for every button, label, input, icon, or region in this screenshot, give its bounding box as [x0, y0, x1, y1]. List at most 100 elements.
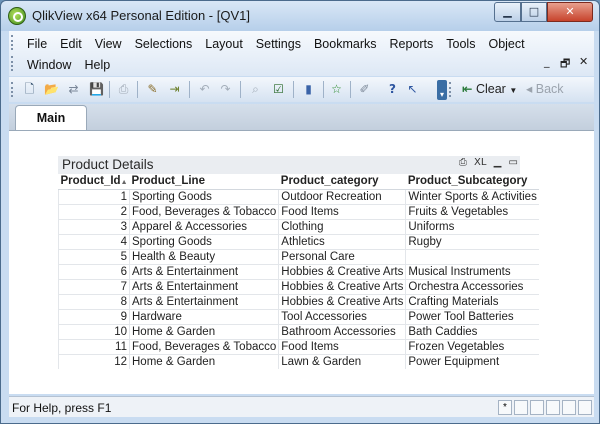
cell-product-subcategory[interactable]: Power Tool Batteries: [405, 308, 539, 324]
cell-product-category[interactable]: Outdoor Recreation: [278, 188, 406, 204]
select-fields-icon[interactable]: ☑: [270, 81, 287, 98]
table-box-caption[interactable]: Product Details ⎙ XL ▁ ▭: [58, 156, 520, 174]
menu-item-selections[interactable]: Selections: [131, 37, 199, 51]
cell-product-category[interactable]: Hobbies & Creative Arts: [278, 263, 406, 279]
table-row[interactable]: 1 Sporting Goods Outdoor Recreation Winter …: [58, 188, 539, 204]
cell-product-line[interactable]: Arts & Entertainment: [128, 263, 279, 279]
table-row[interactable]: 10 Home & Garden Bathroom Accessories Bath …: [58, 323, 539, 339]
cell-product-category[interactable]: Athletics: [278, 233, 406, 249]
menu-item-window[interactable]: Window: [23, 58, 77, 72]
cell-product-line[interactable]: Health & Beauty: [128, 248, 279, 264]
context-help-icon[interactable]: ↖: [404, 81, 421, 98]
menu-item-settings[interactable]: Settings: [252, 37, 307, 51]
maximize-icon[interactable]: ▭: [509, 157, 518, 168]
menu-item-edit[interactable]: Edit: [56, 37, 88, 51]
menu-item-file[interactable]: File: [23, 37, 53, 51]
print-icon[interactable]: ⎙: [459, 157, 467, 168]
cell-product-category[interactable]: Food Items: [278, 338, 406, 354]
cell-product-id[interactable]: 2: [58, 203, 130, 219]
cell-product-category[interactable]: Lawn & Garden: [278, 353, 406, 369]
product-details-table-box[interactable]: Product Details ⎙ XL ▁ ▭ Product_Id▲ Pro…: [58, 156, 539, 369]
cell-product-line[interactable]: Food, Beverages & Tobacco: [128, 338, 279, 354]
table-row[interactable]: 4 Sporting Goods Athletics Rugby: [58, 233, 539, 249]
cell-product-category[interactable]: Tool Accessories: [278, 308, 406, 324]
menu-item-object[interactable]: Object: [484, 37, 530, 51]
cell-product-subcategory[interactable]: Winter Sports & Activities: [405, 188, 539, 204]
menu-item-reports[interactable]: Reports: [386, 37, 440, 51]
table-row[interactable]: 9 Hardware Tool Accessories Power Tool Batt…: [58, 308, 539, 324]
back-button[interactable]: ◂ Back: [526, 80, 576, 99]
table-row[interactable]: 3 Apparel & Accessories Clothing Uniforms: [58, 218, 539, 234]
menu-item-tools[interactable]: Tools: [442, 37, 481, 51]
maximize-button[interactable]: □: [521, 2, 547, 22]
save-icon[interactable]: 💾: [88, 81, 105, 98]
cell-product-id[interactable]: 8: [58, 293, 130, 309]
column-header-product-subcategory[interactable]: Product_Subcategory: [405, 174, 539, 190]
cell-product-category[interactable]: Bathroom Accessories: [278, 323, 406, 339]
redo-icon[interactable]: ↷: [217, 81, 234, 98]
cell-product-subcategory[interactable]: Orchestra Accessories: [405, 278, 539, 294]
cell-product-line[interactable]: Arts & Entertainment: [128, 278, 279, 294]
cell-product-line[interactable]: Hardware: [128, 308, 279, 324]
cell-product-line[interactable]: Food, Beverages & Tobacco: [128, 203, 279, 219]
send-to-excel-icon[interactable]: XL: [474, 157, 486, 168]
cell-product-subcategory[interactable]: Power Equipment: [405, 353, 539, 369]
cell-product-id[interactable]: 5: [58, 248, 130, 264]
cell-product-subcategory[interactable]: Bath Caddies: [405, 323, 539, 339]
cell-product-line[interactable]: Arts & Entertainment: [128, 293, 279, 309]
cell-product-subcategory[interactable]: Crafting Materials: [405, 293, 539, 309]
cell-product-category[interactable]: Personal Care: [278, 248, 406, 264]
undo-icon[interactable]: ↶: [196, 81, 213, 98]
table-row[interactable]: 11 Food, Beverages & Tobacco Food Items Fro…: [58, 338, 539, 354]
cell-product-id[interactable]: 9: [58, 308, 130, 324]
open-folder-icon[interactable]: 📂: [43, 81, 60, 98]
doc-restore-button[interactable]: 🗗: [560, 55, 570, 74]
chevron-down-icon[interactable]: ▼: [509, 86, 517, 95]
menu-item-layout[interactable]: Layout: [201, 37, 249, 51]
edit-icon[interactable]: ✐: [356, 81, 373, 98]
cell-product-subcategory[interactable]: Fruits & Vegetables: [405, 203, 539, 219]
cell-product-line[interactable]: Home & Garden: [128, 323, 279, 339]
cell-product-id[interactable]: 3: [58, 218, 130, 234]
cell-product-line[interactable]: Sporting Goods: [128, 188, 279, 204]
cell-product-subcategory[interactable]: [405, 248, 539, 264]
cell-product-id[interactable]: 1: [58, 188, 130, 204]
cell-product-subcategory[interactable]: Frozen Vegetables: [405, 338, 539, 354]
help-icon[interactable]: ?: [384, 81, 401, 98]
table-row[interactable]: 2 Food, Beverages & Tobacco Food Items Frui…: [58, 203, 539, 219]
cell-product-id[interactable]: 6: [58, 263, 130, 279]
table-row[interactable]: 6 Arts & Entertainment Hobbies & Creative …: [58, 263, 539, 279]
title-bar[interactable]: QlikView x64 Personal Edition - [QV1] ▁ …: [1, 1, 599, 31]
edit-script-icon[interactable]: ✎: [144, 81, 161, 98]
reload-data-icon[interactable]: ⇥: [166, 81, 183, 98]
cell-product-category[interactable]: Hobbies & Creative Arts: [278, 278, 406, 294]
chart-icon[interactable]: ▮: [300, 81, 317, 98]
table-row[interactable]: 12 Home & Garden Lawn & Garden Power Equipm…: [58, 353, 539, 369]
toolbar-overflow-chevron-icon[interactable]: ▾: [437, 80, 447, 100]
cell-product-id[interactable]: 4: [58, 233, 130, 249]
new-file-icon[interactable]: 🗋: [21, 81, 38, 98]
cell-product-subcategory[interactable]: Musical Instruments: [405, 263, 539, 279]
cell-product-category[interactable]: Clothing: [278, 218, 406, 234]
cell-product-line[interactable]: Sporting Goods: [128, 233, 279, 249]
column-header-product-id[interactable]: Product_Id▲: [58, 174, 130, 190]
menu-item-view[interactable]: View: [91, 37, 128, 51]
cell-product-subcategory[interactable]: Rugby: [405, 233, 539, 249]
column-header-product-category[interactable]: Product_category: [278, 174, 406, 190]
minimize-icon[interactable]: ▁: [494, 157, 502, 168]
cell-product-line[interactable]: Home & Garden: [128, 353, 279, 369]
cell-product-id[interactable]: 10: [58, 323, 130, 339]
cell-product-id[interactable]: 11: [58, 338, 130, 354]
bookmark-star-icon[interactable]: ☆: [328, 81, 345, 98]
doc-close-button[interactable]: ✕: [579, 55, 588, 68]
cell-product-subcategory[interactable]: Uniforms: [405, 218, 539, 234]
menu-item-help[interactable]: Help: [80, 58, 116, 72]
cell-product-line[interactable]: Apparel & Accessories: [128, 218, 279, 234]
table-row[interactable]: 7 Arts & Entertainment Hobbies & Creative …: [58, 278, 539, 294]
doc-minimize-button[interactable]: _: [544, 55, 550, 68]
table-row[interactable]: 5 Health & Beauty Personal Care: [58, 248, 539, 264]
clear-button[interactable]: ⇤ Clear ▼: [459, 80, 523, 99]
cell-product-id[interactable]: 7: [58, 278, 130, 294]
resize-grip[interactable]: [578, 400, 592, 415]
cell-product-category[interactable]: Food Items: [278, 203, 406, 219]
